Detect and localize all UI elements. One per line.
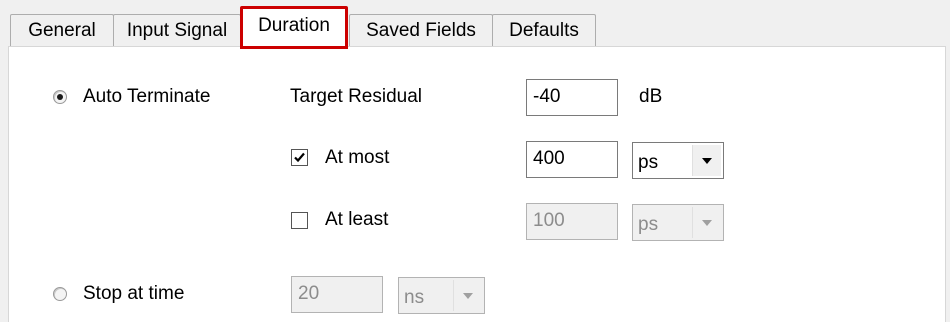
chevron-down-icon xyxy=(702,158,712,164)
tab-duration[interactable]: Duration xyxy=(240,6,348,49)
at-most-unit-value: ps xyxy=(638,152,659,173)
stop-at-time-label: Stop at time xyxy=(83,283,185,304)
at-least-unit-select[interactable]: ps xyxy=(632,204,724,241)
at-least-unit-value: ps xyxy=(638,214,659,235)
at-least-dropdown-button[interactable] xyxy=(692,207,721,238)
auto-terminate-label: Auto Terminate xyxy=(83,86,211,107)
auto-terminate-radio[interactable] xyxy=(53,90,67,104)
at-most-label: At most xyxy=(325,147,390,168)
at-most-input[interactable]: 400 xyxy=(526,141,618,178)
chevron-down-icon xyxy=(702,220,712,226)
tab-strip: General Input Signal Duration Saved Fiel… xyxy=(0,0,950,49)
target-residual-input[interactable]: -40 xyxy=(526,79,618,116)
at-most-dropdown-button[interactable] xyxy=(692,145,721,176)
stop-at-time-input[interactable]: 20 xyxy=(291,276,383,313)
tab-saved-fields[interactable]: Saved Fields xyxy=(349,14,493,46)
at-least-label: At least xyxy=(325,209,389,230)
checkmark-icon xyxy=(294,152,305,163)
tab-defaults[interactable]: Defaults xyxy=(492,14,596,46)
stop-at-time-unit-value: ns xyxy=(404,287,425,308)
stop-at-time-dropdown-button[interactable] xyxy=(453,280,482,311)
stop-at-time-unit-select[interactable]: ns xyxy=(398,277,485,314)
target-residual-label: Target Residual xyxy=(290,86,423,107)
at-most-checkbox[interactable] xyxy=(291,149,308,166)
tab-general[interactable]: General xyxy=(10,14,114,46)
at-least-checkbox[interactable] xyxy=(291,212,308,229)
chevron-down-icon xyxy=(463,293,473,299)
stop-at-time-radio[interactable] xyxy=(53,287,67,301)
tab-input-signal[interactable]: Input Signal xyxy=(113,14,241,46)
at-most-unit-select[interactable]: ps xyxy=(632,142,724,179)
at-least-input[interactable]: 100 xyxy=(526,203,618,240)
target-residual-unit: dB xyxy=(639,86,663,107)
duration-panel: Auto Terminate Target Residual -40 dB At… xyxy=(8,46,946,322)
